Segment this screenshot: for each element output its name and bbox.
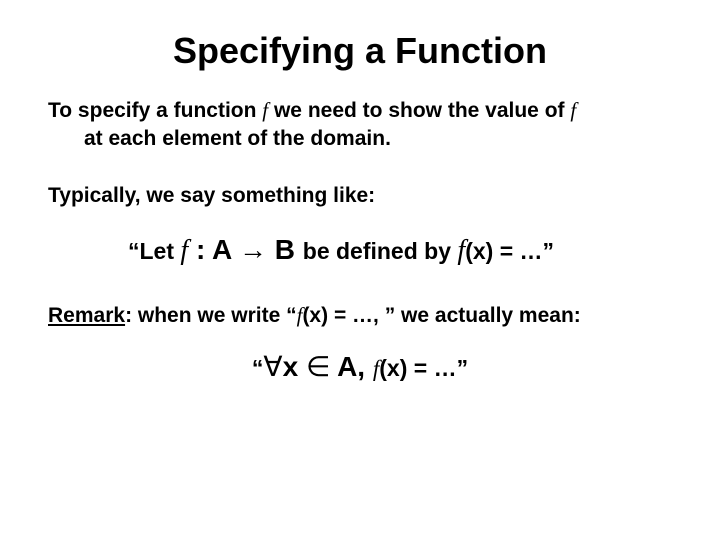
forall-icon: ∀ xyxy=(263,352,282,383)
text: “ xyxy=(252,355,264,381)
text: : A xyxy=(188,234,239,265)
text: be defined by xyxy=(303,238,458,264)
let-definition: “Let f : A → B be defined by f(x) = …” xyxy=(128,234,672,267)
element-of-icon: ∈ xyxy=(306,352,330,383)
text: A, xyxy=(330,351,373,382)
text: at each element of the domain. xyxy=(84,127,391,150)
text: To specify a function xyxy=(48,99,262,122)
text: : when we write “ xyxy=(125,304,297,327)
arrow-icon: → xyxy=(239,235,267,266)
text: B xyxy=(267,234,303,265)
forall-line: “∀x ∈ A, f(x) = …” xyxy=(48,350,672,384)
slide-title: Specifying a Function xyxy=(48,30,672,72)
text: (x) = …” xyxy=(465,238,554,264)
text: (x) = …, ” we actually mean: xyxy=(302,304,580,327)
slide: Specifying a Function To specify a funct… xyxy=(0,0,720,540)
paragraph-1: To specify a function f we need to show … xyxy=(48,96,672,154)
text: “Let xyxy=(128,238,180,264)
text: x xyxy=(283,351,306,382)
remark-label: Remark xyxy=(48,304,125,327)
math-f: f xyxy=(180,235,188,266)
text: we need to show the value of xyxy=(268,99,570,122)
paragraph-2: Typically, we say something like: xyxy=(48,182,672,210)
remark-line: Remark: when we write “f(x) = …, ” we ac… xyxy=(48,303,672,328)
text: (x) = …” xyxy=(379,355,468,381)
math-f: f xyxy=(570,98,576,122)
